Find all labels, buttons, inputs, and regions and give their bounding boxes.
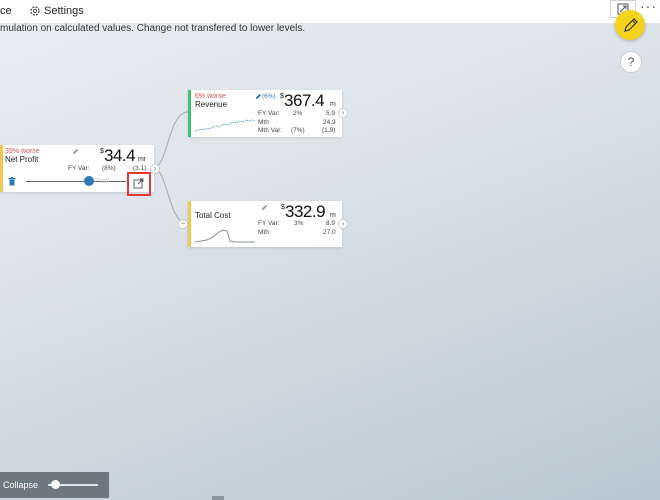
- revenue-edit-pct: (6%): [262, 93, 276, 100]
- mth-var-value: (1.9): [322, 127, 336, 134]
- fy-var-value: 5.9: [326, 110, 336, 117]
- revenue-card[interactable]: 6% worse (6%) Revenue $ 367.4 m FY Var: …: [188, 90, 342, 137]
- mth-value: 24.9: [323, 119, 336, 126]
- total-cost-sparkline: [195, 229, 255, 243]
- net-profit-slider-thumb[interactable]: [84, 176, 94, 186]
- net-profit-accent-bar: [0, 145, 3, 192]
- net-profit-unit: mr: [138, 156, 147, 163]
- fy-var-value: 8.9: [326, 220, 336, 227]
- fy-var-label: FY Var:: [68, 165, 90, 172]
- pencil-icon[interactable]: [261, 204, 268, 211]
- pencil-icon[interactable]: [72, 148, 79, 155]
- net-profit-name: Net Profit: [5, 155, 39, 164]
- revenue-value: 367.4: [284, 91, 325, 110]
- net-profit-value: 34.4: [104, 146, 136, 165]
- revenue-worse: 6% worse: [195, 93, 226, 100]
- mth-value: 27.0: [323, 229, 336, 236]
- total-cost-unit: m: [330, 212, 336, 219]
- revenue-unit: m: [330, 101, 336, 108]
- total-cost-accent-bar: [188, 201, 191, 247]
- collapse-slider-thumb[interactable]: [50, 480, 60, 489]
- mth-var-label: Mth Var:: [258, 127, 283, 134]
- scroll-handle[interactable]: [212, 496, 224, 500]
- revenue-accent-bar: [188, 90, 191, 137]
- fy-var-label: FY Var:: [258, 220, 280, 227]
- collapse-control: Collapse: [0, 472, 109, 498]
- net-profit-expand-chevron[interactable]: ›: [150, 164, 160, 174]
- revenue-expand-chevron[interactable]: ›: [338, 108, 348, 118]
- tree-connectors: [152, 111, 189, 225]
- revenue-sparkline: [195, 119, 255, 132]
- net-profit-card[interactable]: 39% worse Net Profit $ 34.4 mr FY Var: (…: [0, 145, 154, 196]
- external-link-icon[interactable]: [133, 178, 144, 189]
- fy-var-pct: 3%: [294, 220, 304, 227]
- fy-var-pct: (8%): [102, 165, 116, 172]
- fy-var-value: (3.1): [133, 165, 147, 172]
- total-cost-collapse-toggle[interactable]: −: [178, 219, 188, 229]
- total-cost-card[interactable]: Total Cost $ 332.9 m FY Var: 3% 8.9 Mth …: [188, 201, 342, 247]
- mth-var-pct: (7%): [291, 127, 305, 134]
- net-profit-slider[interactable]: [26, 181, 126, 182]
- revenue-name: Revenue: [195, 100, 228, 109]
- fy-var-pct: 2%: [293, 110, 303, 117]
- total-cost-name: Total Cost: [195, 211, 231, 220]
- pencil-icon[interactable]: [255, 93, 262, 100]
- total-cost-expand-chevron[interactable]: ›: [338, 219, 348, 229]
- total-cost-value: 332.9: [285, 202, 326, 221]
- collapse-label: Collapse: [3, 480, 39, 490]
- trash-icon[interactable]: [8, 177, 16, 186]
- mth-label: Mth: [258, 119, 269, 126]
- fy-var-label: FY Var:: [258, 110, 280, 117]
- net-profit-worse: 39% worse: [5, 148, 40, 155]
- mth-label: Mth: [258, 229, 269, 236]
